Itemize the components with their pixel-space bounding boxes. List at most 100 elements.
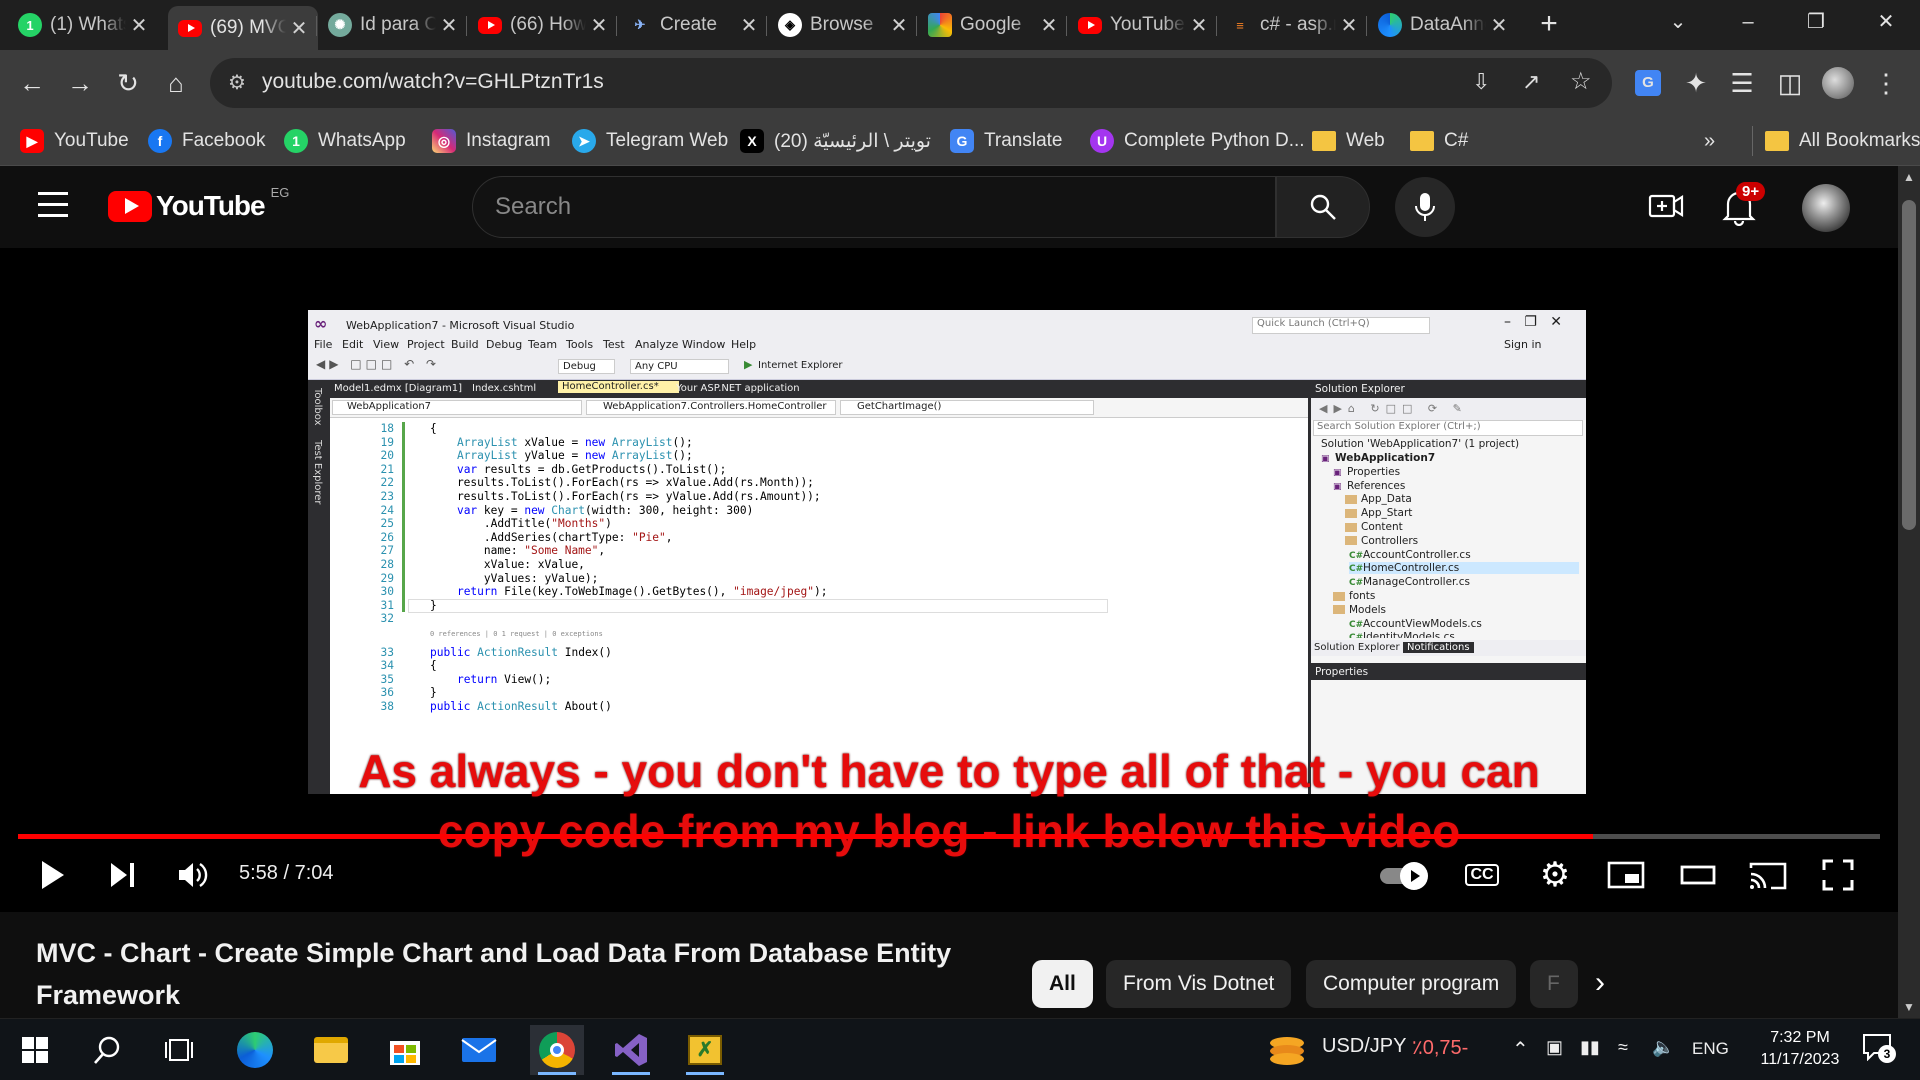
wifi-icon[interactable]: ≈ [1618, 1037, 1628, 1058]
all-bookmarks-button[interactable]: All Bookmarks [1752, 126, 1920, 156]
bookmark-item[interactable]: X تويتر \ الرئيسيّة (20) [740, 126, 931, 156]
taskbar-visual-studio-app[interactable] [604, 1025, 658, 1075]
browser-tab[interactable]: DataAnnotations✕ [1368, 8, 1518, 42]
new-tab-button[interactable]: + [1532, 8, 1566, 42]
scroll-up-icon[interactable]: ▲ [1903, 170, 1915, 184]
task-view-button[interactable] [152, 1025, 206, 1075]
video-player[interactable]: ∞ WebApplication7 - Microsoft Visual Stu… [0, 248, 1898, 912]
back-icon[interactable]: ← [12, 63, 52, 103]
start-button[interactable] [8, 1025, 62, 1075]
taskbar-mail-app[interactable] [452, 1025, 506, 1075]
tab-search-icon[interactable]: ⌄ [1648, 0, 1708, 44]
taskbar-edge-app[interactable] [228, 1025, 282, 1075]
close-tab-icon[interactable]: ✕ [886, 13, 912, 38]
cast-button[interactable] [1748, 860, 1788, 890]
chrome-menu-icon[interactable]: ⋮ [1866, 63, 1906, 103]
close-tab-icon[interactable]: ✕ [436, 13, 462, 38]
currency-widget-value[interactable]: ٪0,75- [1412, 1035, 1468, 1060]
close-tab-icon[interactable]: ✕ [586, 13, 612, 38]
browser-tab[interactable]: ≡ c# - asp.net✕ [1218, 8, 1368, 42]
volume-button[interactable] [176, 858, 210, 892]
youtube-logo[interactable]: YouTube EG [108, 185, 289, 222]
bookmark-item[interactable]: C# [1410, 126, 1468, 156]
side-panel-icon[interactable]: ◫ [1770, 63, 1810, 103]
theater-mode-button[interactable] [1678, 860, 1718, 890]
browser-tab[interactable]: YouTube ✕ [1068, 8, 1218, 42]
address-bar[interactable]: ⚙ youtube.com/watch?v=GHLPtznTr1s ⇩ ↗ ☆ [210, 58, 1612, 108]
account-avatar[interactable] [1802, 184, 1850, 232]
taskbar-chrome-app[interactable] [530, 1025, 584, 1075]
install-app-icon[interactable]: ⇩ [1472, 69, 1490, 95]
scrollbar-thumb[interactable] [1902, 200, 1916, 530]
chips-next-arrow-icon[interactable]: › [1580, 964, 1620, 1004]
extensions-icon[interactable]: ✦ [1676, 63, 1716, 103]
url-text[interactable]: youtube.com/watch?v=GHLPtznTr1s [262, 70, 604, 94]
browser-tab[interactable]: 1 (1) WhatsApp✕ [8, 8, 158, 42]
bookmark-star-icon[interactable]: ☆ [1570, 67, 1592, 96]
fullscreen-button[interactable] [1820, 858, 1856, 892]
notifications-button[interactable]: 9+ [1722, 182, 1766, 231]
play-button[interactable] [36, 858, 70, 892]
profile-avatar-icon[interactable] [1818, 63, 1858, 103]
autoplay-toggle[interactable] [1378, 860, 1432, 890]
camera-tray-icon[interactable]: ▣ [1546, 1037, 1563, 1058]
close-tab-icon[interactable]: ✕ [1336, 13, 1362, 38]
close-tab-icon[interactable]: ✕ [1486, 13, 1512, 38]
browser-tab[interactable]: ✺ Id para Chart✕ [318, 8, 468, 42]
browser-tab[interactable]: ◈ Browse ✕ [768, 8, 918, 42]
browser-tab[interactable]: (69) MVC - Chart - YouTube✕ [168, 6, 318, 50]
home-icon[interactable]: ⌂ [156, 63, 196, 103]
browser-tab[interactable]: (66) How to✕ [468, 8, 618, 42]
bookmark-item[interactable]: G Translate [950, 126, 1063, 156]
chip-partial[interactable]: F [1530, 960, 1578, 1008]
progress-bar[interactable] [18, 834, 1880, 839]
bookmark-item[interactable]: ▶ YouTube [20, 126, 129, 156]
currency-widget-label[interactable]: USD/JPY [1322, 1035, 1406, 1058]
close-tab-icon[interactable]: ✕ [1036, 13, 1062, 38]
next-button[interactable] [106, 858, 140, 892]
taskbar-search-button[interactable] [80, 1025, 134, 1075]
close-tab-icon[interactable]: ✕ [736, 13, 762, 38]
battery-icon[interactable]: ▮▮ [1580, 1037, 1600, 1058]
restore-icon[interactable]: ❐ [1786, 0, 1846, 44]
bookmark-item[interactable]: f Facebook [148, 126, 265, 156]
miniplayer-button[interactable] [1606, 860, 1646, 890]
language-indicator[interactable]: ENG [1692, 1039, 1729, 1059]
voice-search-button[interactable] [1395, 177, 1455, 237]
page-scrollbar[interactable]: ▲ ▼ [1898, 166, 1920, 1018]
bookmark-item[interactable]: ◎ Instagram [432, 126, 550, 156]
currency-widget-icon[interactable] [1270, 1031, 1306, 1067]
bookmarks-overflow-button[interactable]: » [1704, 126, 1715, 156]
speaker-icon[interactable]: 🔈 [1652, 1037, 1674, 1058]
chip-from-channel[interactable]: From Vis Dotnet [1106, 960, 1292, 1008]
media-control-icon[interactable]: ☰ [1722, 63, 1762, 103]
search-button[interactable] [1276, 176, 1370, 238]
bookmark-item[interactable]: U Complete Python D... [1090, 126, 1305, 156]
captions-button[interactable]: CC [1462, 858, 1502, 892]
bookmark-item[interactable]: 1 WhatsApp [284, 126, 406, 156]
close-tab-icon[interactable]: ✕ [126, 13, 152, 38]
search-input[interactable] [495, 193, 1255, 221]
settings-button[interactable]: ⚙ [1536, 856, 1574, 894]
close-tab-icon[interactable]: ✕ [1186, 13, 1212, 38]
create-video-button[interactable] [1648, 190, 1684, 227]
browser-tab[interactable]: ✈ Create ✕ [618, 8, 768, 42]
notification-center-icon[interactable]: 3 [1862, 1033, 1896, 1066]
share-icon[interactable]: ↗ [1522, 69, 1540, 95]
guide-menu-icon[interactable] [38, 192, 68, 217]
chip-computer-program[interactable]: Computer program [1306, 960, 1517, 1008]
chip-all[interactable]: All [1032, 960, 1093, 1008]
taskbar-tool-app[interactable]: ✗ [678, 1025, 732, 1075]
reload-icon[interactable]: ↻ [108, 63, 148, 103]
taskbar-file-explorer-app[interactable] [304, 1025, 358, 1075]
close-window-icon[interactable]: ✕ [1856, 0, 1916, 44]
minimize-icon[interactable]: – [1718, 0, 1778, 44]
site-info-icon[interactable]: ⚙ [228, 70, 246, 95]
bookmark-item[interactable]: Web [1312, 126, 1385, 156]
browser-tab[interactable]: Google ✕ [918, 8, 1068, 42]
forward-icon[interactable]: → [60, 63, 100, 103]
google-translate-icon[interactable]: G [1628, 63, 1668, 103]
taskbar-store-app[interactable] [378, 1025, 432, 1075]
bookmark-item[interactable]: ➤ Telegram Web [572, 126, 728, 156]
close-tab-icon[interactable]: ✕ [286, 16, 312, 41]
